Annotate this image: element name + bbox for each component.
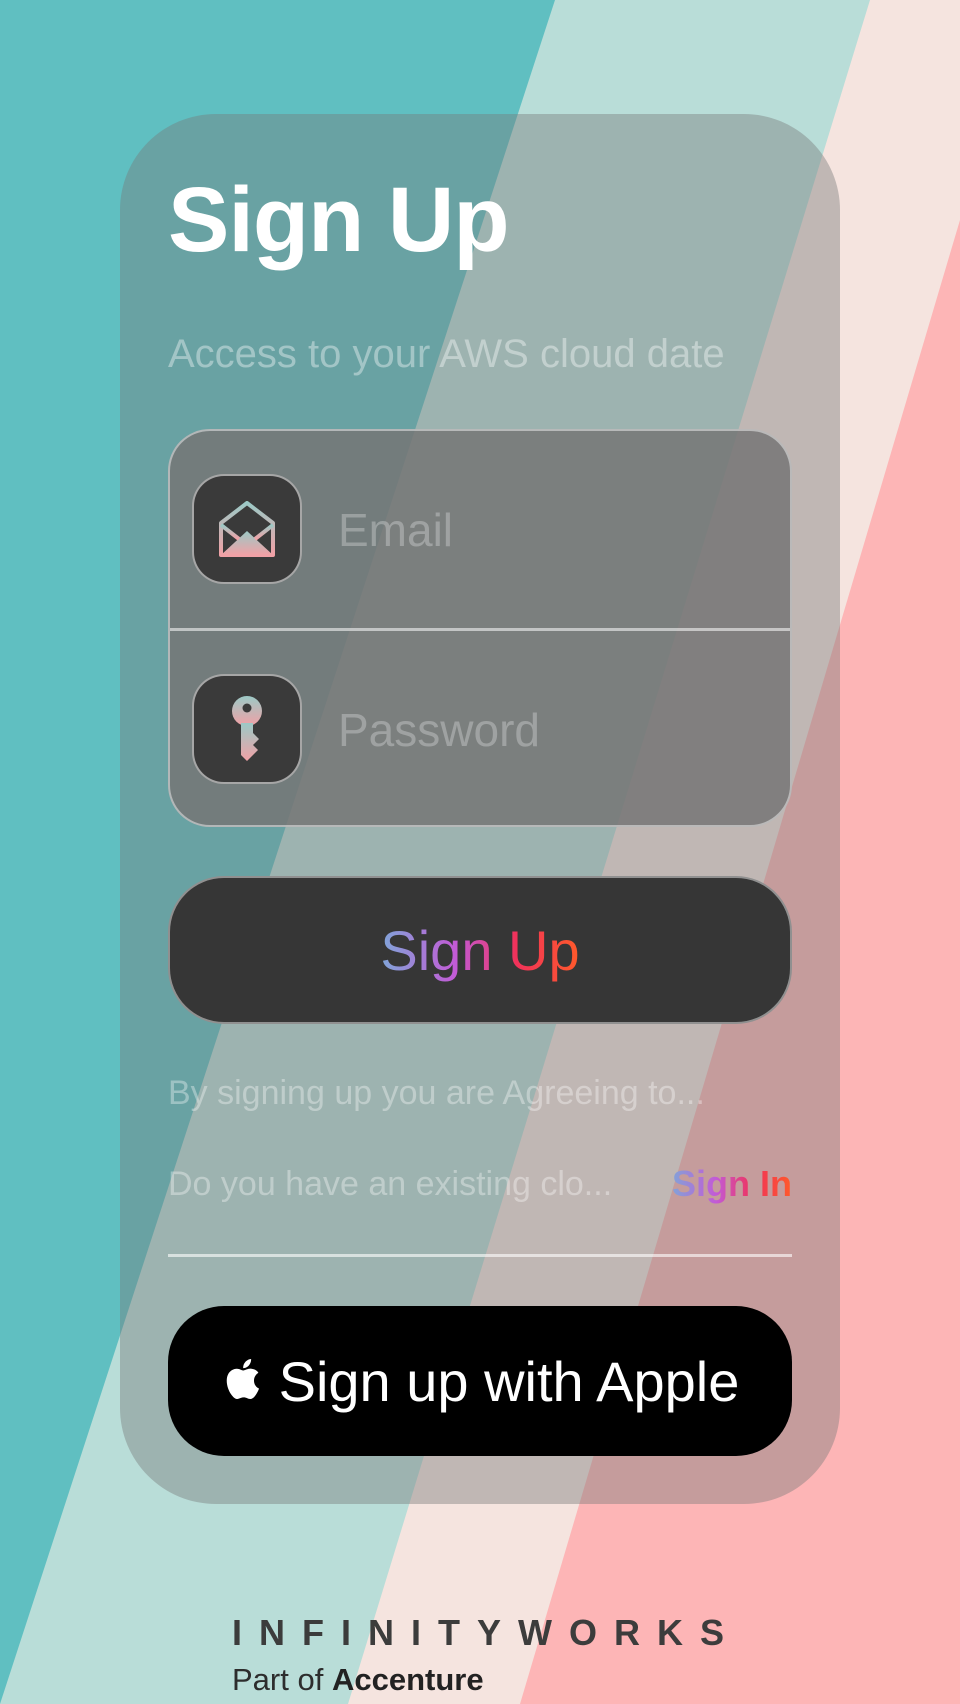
brand-parent: Part of Accenture bbox=[232, 1662, 484, 1698]
sign-up-button-label: Sign Up bbox=[380, 918, 580, 982]
sign-up-with-apple-button[interactable]: Sign up with Apple bbox=[168, 1306, 792, 1456]
section-divider bbox=[168, 1254, 792, 1257]
sign-up-button[interactable]: Sign Up bbox=[168, 876, 792, 1024]
terms-text[interactable]: By signing up you are Agreeing to... bbox=[168, 1074, 792, 1113]
existing-account-text: Do you have an existing clo... bbox=[168, 1165, 613, 1203]
password-row bbox=[170, 631, 790, 825]
password-field[interactable] bbox=[338, 697, 778, 763]
credentials-fields bbox=[168, 429, 792, 827]
email-field[interactable] bbox=[338, 497, 778, 563]
apple-logo-icon bbox=[221, 1355, 261, 1408]
page-title: Sign Up bbox=[168, 169, 510, 271]
sign-up-with-apple-label: Sign up with Apple bbox=[278, 1349, 740, 1413]
brand-name: INFINITYWORKS bbox=[232, 1612, 741, 1653]
key-icon bbox=[192, 674, 302, 784]
infinityworks-logo: INFINITYWORKS Part of Accenture bbox=[232, 1612, 752, 1702]
email-row bbox=[170, 431, 790, 629]
envelope-open-icon bbox=[192, 474, 302, 584]
part-of-text: Part of bbox=[232, 1662, 324, 1697]
page-subtitle: Access to your AWS cloud date bbox=[168, 332, 725, 376]
sign-in-link[interactable]: Sign In bbox=[670, 1163, 792, 1205]
accenture-text: Accenture bbox=[331, 1662, 484, 1697]
